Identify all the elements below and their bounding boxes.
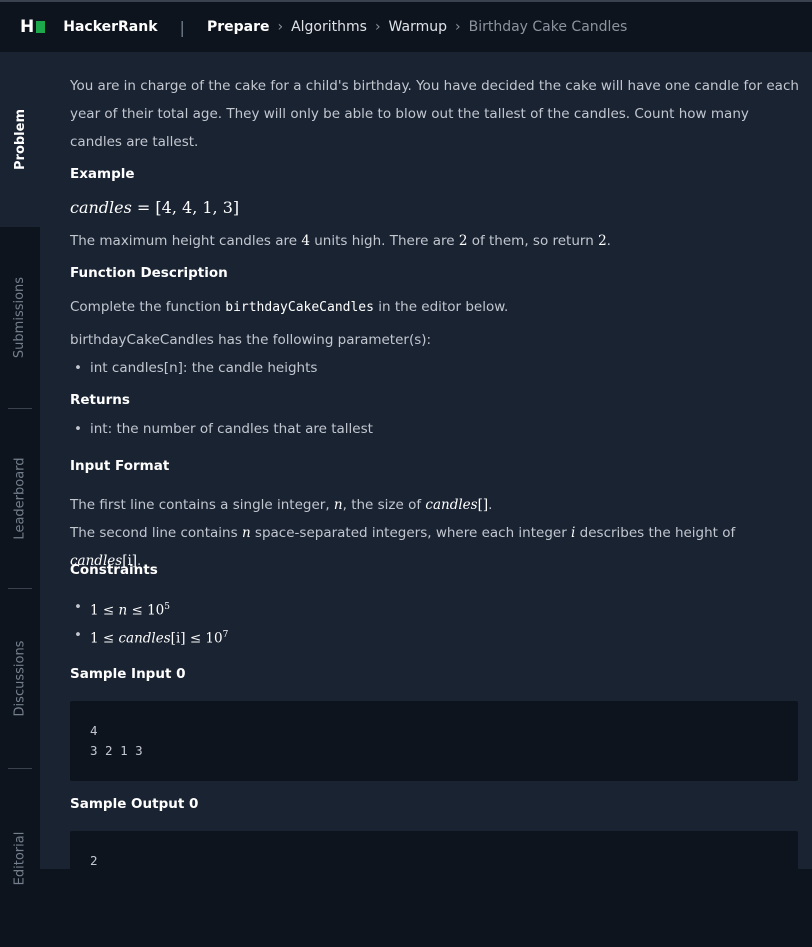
text-span: The maximum height candles are	[70, 233, 302, 249]
chevron-right-icon: ›	[374, 19, 381, 35]
sample-output-block: 2	[70, 831, 798, 869]
logo-square-icon	[36, 21, 46, 33]
code-line: 2	[90, 853, 98, 868]
returns-item: int: the number of candles that are tall…	[70, 415, 373, 443]
text-span: of them, so return	[467, 233, 599, 249]
parameter-item: int candles[n]: the candle heights	[70, 354, 317, 382]
math-value: 4	[301, 233, 310, 249]
problem-intro: You are in charge of the cake for a chil…	[70, 78, 799, 150]
example-lhs: candles	[70, 198, 132, 217]
tab-label: Submissions	[12, 276, 28, 358]
text-span: .	[488, 497, 493, 513]
tab-problem[interactable]: Problem	[0, 52, 40, 227]
example-heading: Example	[70, 166, 135, 182]
constraint-item-2: 1 ≤ candles[i] ≤ 107	[70, 621, 228, 653]
tab-label: Leaderboard	[12, 456, 28, 540]
math-var: n	[241, 525, 251, 541]
text-span: units high. There are	[309, 233, 459, 249]
vertical-tab-bar: Problem Submissions Leaderboard Discussi…	[0, 52, 40, 885]
logo-letter: H	[20, 17, 35, 37]
breadcrumb-prepare[interactable]: Prepare	[207, 19, 270, 35]
text-span: .	[606, 233, 611, 249]
tab-label: Editorial	[12, 831, 28, 885]
input-format-heading: Input Format	[70, 458, 170, 474]
math-value: ≤ 10	[127, 602, 165, 619]
constraint-item-1: 1 ≤ n ≤ 105	[70, 593, 170, 625]
math-value: 1 ≤	[90, 602, 119, 619]
function-name-code: birthdayCakeCandles	[225, 300, 374, 315]
tab-submissions[interactable]: Submissions	[0, 228, 40, 406]
top-navigation-bar: H HackerRank | Prepare › Algorithms › Wa…	[0, 0, 812, 52]
sample-output-heading: Sample Output 0	[70, 796, 199, 812]
tab-label: Problem	[12, 109, 28, 170]
tab-label: Discussions	[12, 640, 28, 716]
text-span: describes the height of	[575, 525, 736, 541]
brand-name[interactable]: HackerRank	[63, 19, 157, 35]
text-span: The second line contains	[70, 525, 242, 541]
chevron-right-icon: ›	[277, 19, 284, 35]
parameters-intro: birthdayCakeCandles has the following pa…	[70, 332, 432, 348]
text-span: The first line contains a single integer…	[70, 497, 334, 513]
tab-discussions[interactable]: Discussions	[0, 589, 40, 767]
example-value: = [4, 4, 1, 3]	[131, 198, 240, 217]
math-value: []	[477, 497, 489, 513]
math-exponent: 5	[164, 602, 170, 612]
hackerrank-logo[interactable]: H	[20, 17, 46, 37]
breadcrumb: Prepare › Algorithms › Warmup › Birthday…	[207, 19, 627, 35]
math-var: n	[118, 602, 128, 619]
math-exponent: 7	[222, 630, 229, 640]
example-explanation: The maximum height candles are 4 units h…	[70, 227, 611, 255]
example-expression: candles = [4, 4, 1, 3]	[70, 194, 239, 222]
constraints-heading: Constraints	[70, 562, 158, 578]
tab-editorial[interactable]: Editorial	[0, 769, 40, 947]
sample-input-heading: Sample Input 0	[70, 666, 186, 682]
breadcrumb-current: Birthday Cake Candles	[468, 19, 628, 35]
math-value: [i]	[170, 630, 186, 647]
math-value: 2	[598, 233, 607, 249]
chevron-right-icon: ›	[454, 19, 461, 35]
header-divider: |	[179, 17, 185, 37]
input-format-line-2: The second line contains n space-separat…	[70, 519, 802, 575]
tab-leaderboard[interactable]: Leaderboard	[0, 409, 40, 587]
breadcrumb-warmup[interactable]: Warmup	[389, 19, 447, 35]
math-var: candles	[118, 630, 171, 647]
text-span: in the editor below.	[373, 299, 509, 315]
code-line: 3 2 1 3	[90, 743, 143, 758]
text-span: space-separated integers, where each int…	[250, 525, 572, 541]
math-var: candles	[425, 497, 478, 513]
math-var: n	[333, 497, 343, 513]
math-value: ≤ 10	[185, 630, 223, 647]
breadcrumb-algorithms[interactable]: Algorithms	[291, 19, 367, 35]
input-format-line-1: The first line contains a single integer…	[70, 491, 492, 519]
problem-statement-panel: You are in charge of the cake for a chil…	[40, 52, 812, 869]
text-span: , the size of	[342, 497, 426, 513]
returns-heading: Returns	[70, 392, 130, 408]
code-line: 4	[90, 723, 98, 738]
sample-input-block: 4 3 2 1 3	[70, 701, 798, 781]
math-value: 1 ≤	[90, 630, 119, 647]
text-span: Complete the function	[70, 299, 226, 315]
function-description-text: Complete the function birthdayCakeCandle…	[70, 293, 508, 322]
function-description-heading: Function Description	[70, 265, 228, 281]
